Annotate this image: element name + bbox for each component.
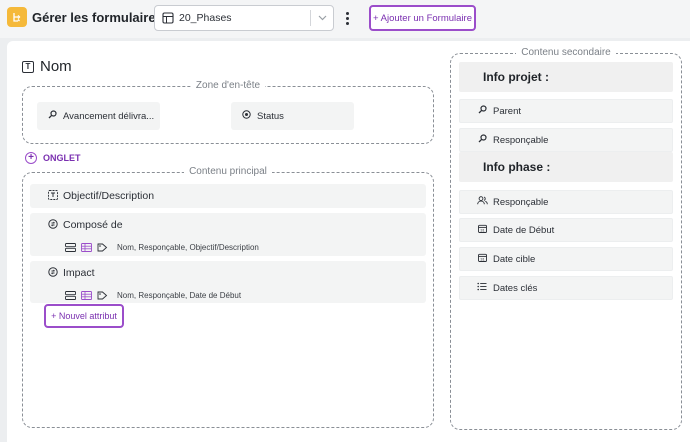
- plus-circle-icon: +: [25, 152, 37, 164]
- stack-icon[interactable]: [65, 290, 76, 300]
- relation-icon: [48, 218, 58, 232]
- secondary-item-parent[interactable]: Parent: [459, 99, 673, 123]
- add-tab-label: ONGLET: [43, 153, 81, 163]
- table-icon[interactable]: [81, 242, 92, 252]
- secondary-item-label: Date cible: [493, 253, 536, 265]
- tag-icon[interactable]: [97, 243, 108, 252]
- secondary-item-label: Parent: [493, 105, 521, 117]
- calendar-icon: 31: [477, 224, 487, 236]
- text-field-icon: [48, 189, 58, 203]
- secondary-item-label: Dates clés: [493, 282, 538, 294]
- secondary-item-responcable-phase[interactable]: Responçable: [459, 190, 673, 214]
- target-icon: [241, 110, 251, 122]
- page-title: Gérer les formulaires: [32, 10, 163, 25]
- secondary-item-label: Responçable: [493, 196, 549, 208]
- secondary-item-label: Responçable: [493, 134, 549, 146]
- users-icon: [477, 196, 488, 208]
- secondary-item-dates-cles[interactable]: Dates clés: [459, 276, 673, 300]
- attribute-impact[interactable]: Impact Nom, Responçable, Date de Début: [30, 261, 426, 303]
- secondary-item-responcable[interactable]: Responçable: [459, 128, 673, 152]
- chevron-down-icon[interactable]: [311, 15, 333, 21]
- header-chip-status[interactable]: Status: [231, 102, 354, 130]
- header-chip-avancement[interactable]: Avancement délivra...: [37, 102, 160, 130]
- attribute-objectif[interactable]: Objectif/Description: [30, 184, 426, 208]
- attribute-label: Composé de: [63, 219, 123, 231]
- search-icon: [477, 134, 487, 146]
- stack-icon[interactable]: [65, 242, 76, 252]
- section-title-info-phase[interactable]: Info phase :: [459, 152, 673, 182]
- section-title-info-projet[interactable]: Info projet :: [459, 62, 673, 92]
- add-form-button[interactable]: + Ajouter un Formulaire: [369, 5, 476, 31]
- secondary-content-legend: Contenu secondaire: [516, 47, 616, 58]
- form-name-row: T Nom: [22, 58, 72, 75]
- search-icon: [47, 110, 57, 122]
- header-chip-label: Avancement délivra...: [63, 110, 155, 122]
- relation-icon: [48, 266, 58, 280]
- header-zone-legend: Zone d'en-tête: [190, 80, 266, 91]
- secondary-item-label: Date de Début: [493, 224, 555, 236]
- more-options-icon[interactable]: [341, 8, 353, 28]
- new-attribute-button[interactable]: + Nouvel attribut: [44, 304, 124, 328]
- svg-text:31: 31: [480, 258, 484, 262]
- attribute-sub-fields: Nom, Responçable, Date de Début: [117, 290, 242, 300]
- attribute-compose-de[interactable]: Composé de Nom, Responçable, Objectif/De…: [30, 213, 426, 256]
- calendar-icon: 31: [477, 253, 487, 265]
- form-select[interactable]: 20_Phases: [154, 5, 334, 31]
- top-bar: Gérer les formulaires 20_Phases + Ajoute…: [0, 0, 690, 38]
- secondary-item-date-debut[interactable]: 31 Date de Début: [459, 218, 673, 242]
- attribute-label: Impact: [63, 267, 95, 279]
- form-name-label: Nom: [40, 58, 72, 75]
- header-chip-label: Status: [257, 110, 284, 122]
- table-icon[interactable]: [81, 290, 92, 300]
- add-tab-button[interactable]: + ONGLET: [25, 152, 81, 164]
- form-select-value: 20_Phases: [179, 12, 232, 24]
- search-icon: [477, 105, 487, 117]
- tag-icon[interactable]: [97, 291, 108, 300]
- list-icon: [477, 282, 487, 294]
- text-icon: T: [22, 60, 34, 73]
- forms-app-icon: [7, 7, 27, 27]
- svg-text:31: 31: [480, 229, 484, 233]
- attribute-sub-fields: Nom, Responçable, Objectif/Description: [117, 242, 259, 252]
- secondary-item-date-cible[interactable]: 31 Date cible: [459, 247, 673, 271]
- attribute-label: Objectif/Description: [63, 190, 155, 202]
- form-icon: [162, 12, 174, 24]
- main-content-legend: Contenu principal: [184, 166, 272, 177]
